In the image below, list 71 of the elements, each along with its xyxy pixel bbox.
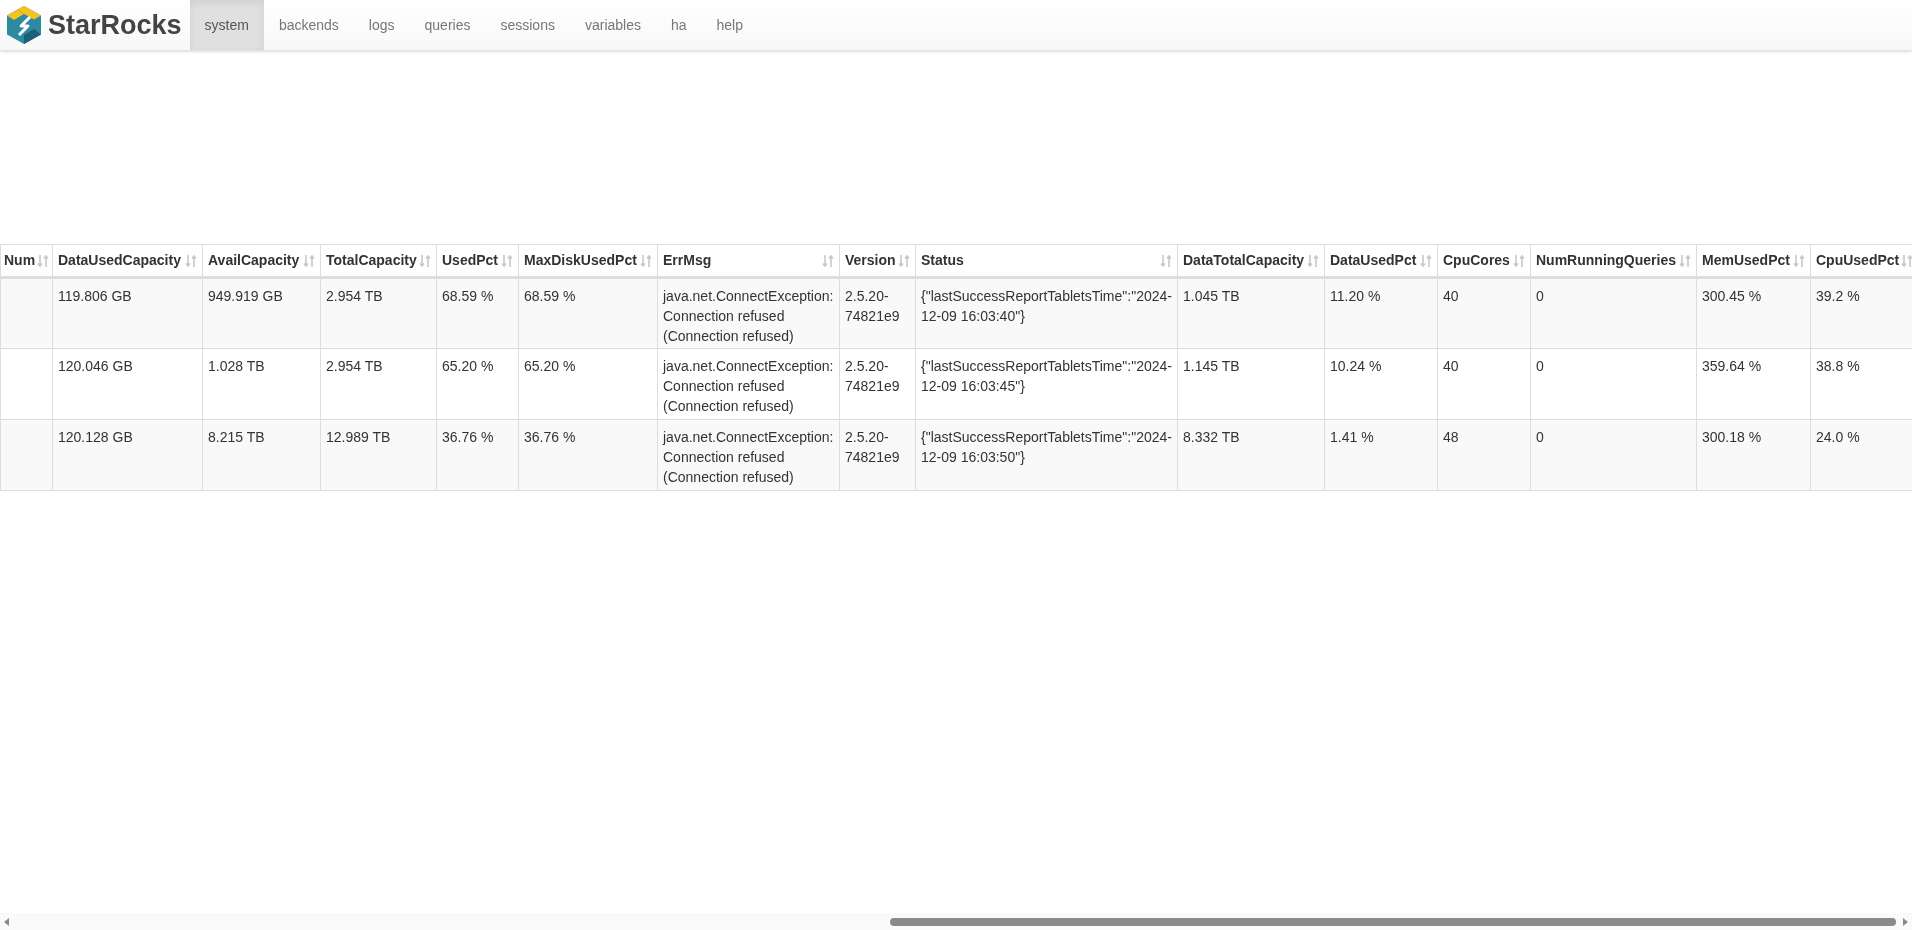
table-cell: 48: [1437, 419, 1531, 491]
scroll-left-icon[interactable]: [4, 917, 10, 926]
table-cell: 68.59 %: [518, 277, 658, 349]
sort-icon[interactable]: [501, 253, 513, 268]
table-cell: 2.954 TB: [320, 348, 437, 420]
nav-tab[interactable]: variables: [569, 0, 656, 50]
sort-icon[interactable]: [822, 253, 834, 268]
brand-name[interactable]: StarRocks: [48, 4, 188, 46]
nav-tab[interactable]: logs: [353, 0, 410, 50]
table-cell: 2.954 TB: [320, 277, 437, 349]
table-cell: {"lastSuccessReportTabletsTime":"2024-12-09 16:03:40"}: [915, 277, 1178, 349]
table-cell: java.net.ConnectException: Connection refused (Connection refused): [657, 277, 840, 349]
table-cell: 68.59 %: [436, 277, 519, 349]
table-cell: 2.5.20-74821e9: [839, 277, 916, 349]
table-cell: [0, 348, 53, 420]
table-cell: java.net.ConnectException: Connection refused (Connection refused): [657, 419, 840, 491]
table-cell: 11.20 %: [1324, 277, 1438, 349]
table-cell: 1.145 TB: [1177, 348, 1325, 420]
logo-icon: [4, 5, 44, 45]
table-cell: {"lastSuccessReportTabletsTime":"2024-12-09 16:03:45"}: [915, 348, 1178, 420]
table-cell: java.net.ConnectException: Connection refused (Connection refused): [657, 348, 840, 420]
table-cell: 36.76 %: [436, 419, 519, 491]
horizontal-scrollbar[interactable]: [0, 913, 1912, 930]
sort-icon[interactable]: [640, 253, 652, 268]
table-cell: 1.41 %: [1324, 419, 1438, 491]
table-cell: 300.18 %: [1696, 419, 1811, 491]
table-cell: 2.5.20-74821e9: [839, 419, 916, 491]
scrollbar-thumb[interactable]: [890, 917, 1896, 926]
sort-icon[interactable]: [303, 253, 315, 268]
sort-icon[interactable]: [1513, 253, 1525, 268]
nav-tab[interactable]: system: [189, 0, 264, 50]
sort-icon[interactable]: [37, 253, 50, 268]
scroll-right-icon[interactable]: [1902, 917, 1908, 926]
table-cell: 1.028 TB: [202, 348, 321, 420]
table-cell: 36.76 %: [518, 419, 658, 491]
sort-icon[interactable]: [898, 253, 910, 268]
table-cell: 119.806 GB: [52, 277, 203, 349]
sort-icon[interactable]: [1901, 253, 1912, 268]
table-cell: 40: [1437, 277, 1531, 349]
table-cell: 2.5.20-74821e9: [839, 348, 916, 420]
sort-icon[interactable]: [1793, 253, 1805, 268]
table-cell: 8.332 TB: [1177, 419, 1325, 491]
table-cell: 8.215 TB: [202, 419, 321, 491]
table-cell: 120.128 GB: [52, 419, 203, 491]
sort-icon[interactable]: [1160, 253, 1172, 268]
table-cell: 1.045 TB: [1177, 277, 1325, 349]
table-cell: 359.64 %: [1696, 348, 1811, 420]
nav-tab[interactable]: help: [701, 0, 758, 50]
table-cell: 40: [1437, 348, 1531, 420]
sort-icon[interactable]: [185, 253, 197, 268]
table-cell: 949.919 GB: [202, 277, 321, 349]
sort-icon[interactable]: [1420, 253, 1432, 268]
nav-tab[interactable]: queries: [409, 0, 486, 50]
table-cell: 65.20 %: [518, 348, 658, 420]
sort-icon[interactable]: [419, 253, 431, 268]
table-cell: 12.989 TB: [320, 419, 437, 491]
table-cell: 0: [1530, 277, 1697, 349]
table-cell: [0, 277, 53, 349]
table-cell: {"lastSuccessReportTabletsTime":"2024-12-09 16:03:50"}: [915, 419, 1178, 491]
nav-tab[interactable]: sessions: [485, 0, 570, 50]
table-cell: 0: [1530, 348, 1697, 420]
sort-icon[interactable]: [1679, 253, 1691, 268]
nav-tab[interactable]: ha: [655, 0, 702, 50]
nav-tab[interactable]: backends: [263, 0, 354, 50]
sort-icon[interactable]: [1307, 253, 1319, 268]
table-cell: [0, 419, 53, 491]
table-cell: 0: [1530, 419, 1697, 491]
table-cell: 10.24 %: [1324, 348, 1438, 420]
table-cell: 120.046 GB: [52, 348, 203, 420]
table-cell: 300.45 %: [1696, 277, 1811, 349]
table-cell: 65.20 %: [436, 348, 519, 420]
